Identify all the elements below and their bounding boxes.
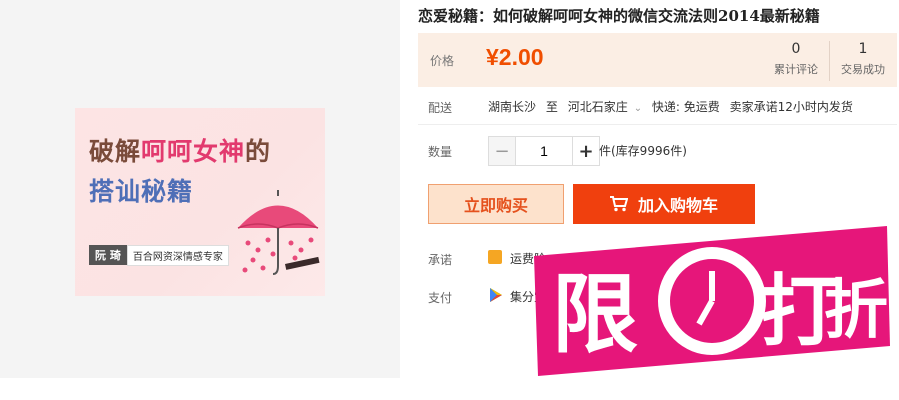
increase-button[interactable]: + [572, 137, 599, 165]
image-headline-2: 搭讪秘籍 [89, 177, 194, 206]
payment-label: 支付 [428, 291, 453, 305]
trades-label: 交易成功 [841, 63, 885, 76]
sale-char-1: 限 [552, 265, 638, 365]
decrease-button[interactable]: − [489, 137, 516, 165]
product-image[interactable]: 破解呵呵女神的 搭讪秘籍 阮 琦 百合网资深情感专家 [75, 108, 325, 296]
shipping-insurance-icon [488, 250, 502, 264]
add-to-cart-label: 加入购物车 [637, 196, 718, 215]
quantity-label: 数量 [428, 145, 453, 159]
product-title: 恋爱秘籍：如何破解呵呵女神的微信交流法则2014最新秘籍 [418, 7, 820, 25]
stock-info: 件(库存9996件) [599, 144, 687, 158]
price-box: 价格 ¥2.00 0 累计评论 1 交易成功 [418, 33, 897, 87]
reviews-stat[interactable]: 0 累计评论 [763, 41, 829, 77]
promise-label: 承诺 [428, 253, 453, 267]
add-to-cart-button[interactable]: 加入购物车 [573, 184, 755, 224]
ship-to-word: 至 [545, 100, 558, 114]
cart-icon [609, 196, 628, 212]
price-label: 价格 [430, 54, 455, 68]
chevron-down-icon[interactable]: ⌄ [634, 103, 642, 114]
reviews-count: 0 [791, 41, 801, 57]
reviews-label: 累计评论 [774, 63, 818, 76]
buy-now-button[interactable]: 立即购买 [428, 184, 564, 224]
umbrella-illustration [237, 190, 320, 275]
ship-to-select[interactable]: 河北石家庄 [568, 100, 628, 114]
play-store-icon [490, 288, 502, 302]
sale-char-3: 折 [824, 274, 888, 348]
shipping-label: 配送 [428, 101, 453, 115]
shipping-promise: 卖家承诺12小时内发货 [729, 100, 853, 114]
quantity-input[interactable] [516, 137, 572, 165]
image-headline-1: 破解呵呵女神的 [89, 137, 272, 166]
trades-count: 1 [858, 41, 868, 57]
sale-banner[interactable]: 限 打 折 [532, 226, 892, 376]
shipping-info: 湖南长沙 至 河北石家庄 ⌄ 快递: 免运费 卖家承诺12小时内发货 [488, 98, 859, 115]
product-image-panel: 破解呵呵女神的 搭讪秘籍 阮 琦 百合网资深情感专家 [0, 0, 400, 378]
quantity-stepper: − + [488, 136, 600, 166]
expert-name: 阮 琦 [89, 245, 127, 265]
price-value: ¥2.00 [486, 44, 544, 70]
ship-from: 湖南长沙 [488, 100, 537, 114]
expert-title: 百合网资深情感专家 [126, 244, 229, 266]
trades-stat[interactable]: 1 交易成功 [830, 41, 896, 77]
shipping-fee: 快递: 免运费 [651, 100, 720, 114]
expert-badge: 阮 琦 百合网资深情感专家 [89, 244, 229, 266]
section-divider [418, 124, 897, 125]
